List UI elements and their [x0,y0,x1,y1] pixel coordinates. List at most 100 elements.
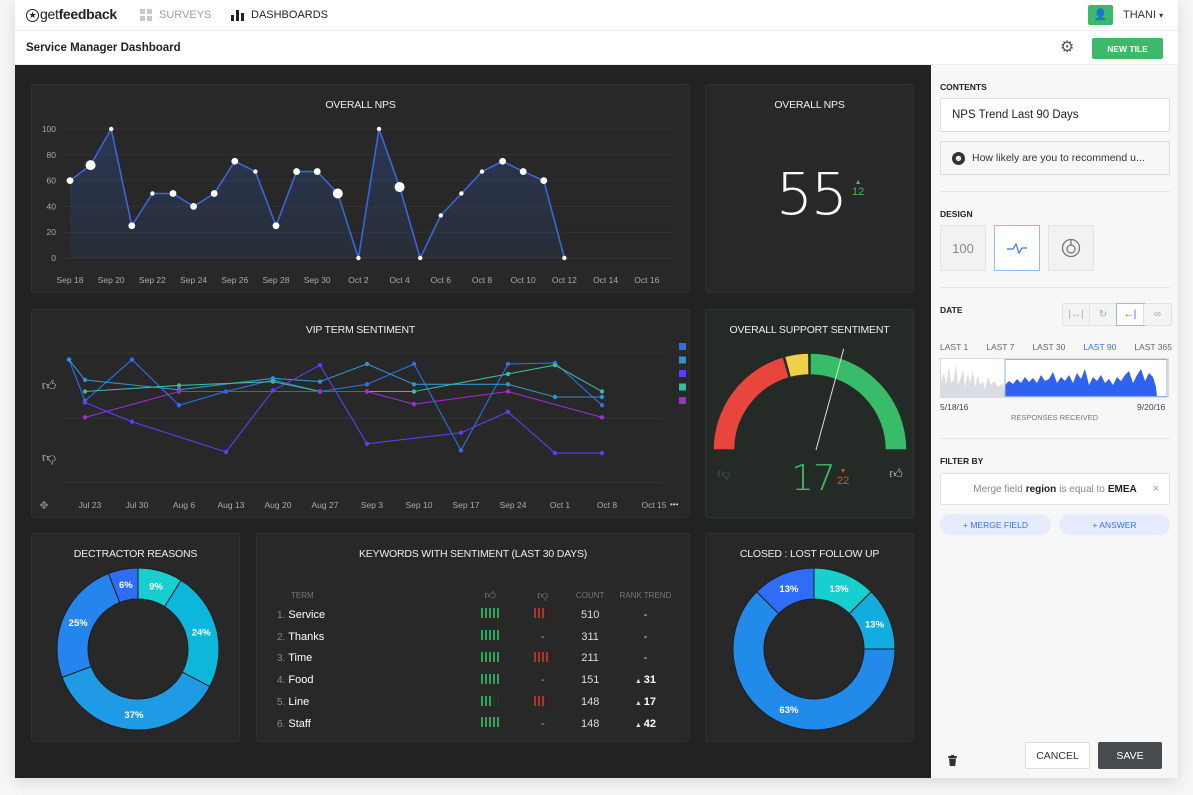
x-tick-label: Jul 30 [126,500,149,510]
responses-sparkline[interactable] [940,358,1169,398]
filter-chip[interactable]: Merge field region is equal to EMEA × [940,473,1170,505]
x-tick-label: Oct 16 [634,275,659,285]
keyword-term: 6. Staff [277,717,311,730]
caret-up-icon: ▲ [634,721,644,729]
trash-icon[interactable] [948,755,957,766]
rank-trend: ▲ 31 [634,674,656,687]
x-tick-label: Oct 12 [552,275,577,285]
tile-nps-number[interactable]: OVERALL NPS 55 ▲ 12 [705,84,914,293]
tile-editor-panel: CONTENTS NPS Trend Last 90 Days ☻ How lik… [931,65,1178,778]
save-button[interactable]: SAVE [1098,742,1162,769]
series-point [411,382,417,387]
tile-detractor-reasons[interactable]: DECTRACTOR REASONS 9% 24% 37% 25% 6% [31,533,240,742]
responses-label: RESPONSES RECEIVED [1010,413,1099,422]
x-tick-label: Aug 20 [265,500,292,510]
rolling-icon[interactable]: ↻ [1090,304,1117,325]
tile-name-input[interactable]: NPS Trend Last 90 Days [940,98,1170,132]
legend-swatch [679,383,686,391]
x-tick-label: Aug 13 [218,500,245,510]
x-tick-label: Oct 6 [431,275,452,285]
design-line-option[interactable] [994,225,1040,271]
date-range-icon[interactable]: |↔| [1063,304,1090,325]
negative-meter-cell [519,691,566,713]
col-positive: 👍︎ [461,586,519,604]
chevron-down-icon: ▾ [1159,11,1164,20]
rank-trend: - [643,630,648,643]
range-last-365[interactable]: LAST 365 [1134,342,1172,352]
thumbs-down-icon: 👎︎ [717,466,730,481]
tile-name-value: NPS Trend Last 90 Days [952,109,1079,121]
gear-icon[interactable]: ⚙ [1060,39,1074,57]
design-number-option[interactable]: 100 [940,225,986,271]
range-last-30[interactable]: LAST 30 [1032,342,1065,352]
rank-trend: - [643,652,648,665]
positive-meter-cell [461,626,519,648]
series-point [552,394,558,400]
y-tick-label: 60 [47,176,57,186]
legend-swatch [679,343,686,350]
series-point [364,382,370,387]
legend-swatch [679,397,686,404]
tile-keywords[interactable]: KEYWORDS WITH SENTIMENT (LAST 30 DAYS) T… [256,533,690,742]
series-point [317,389,323,394]
caret-up-icon: ▲ [634,678,644,686]
cancel-button[interactable]: CANCEL [1025,742,1090,769]
nps-point [128,222,136,230]
sentiment-meter [481,630,500,641]
add-merge-field-button[interactable]: + MERGE FIELD [940,514,1051,535]
add-answer-button[interactable]: + ANSWER [1059,514,1170,535]
more-button[interactable]: ••• [670,500,678,509]
nav-dashboards[interactable]: DASHBOARDS [231,9,328,21]
nps-point [253,169,258,174]
user-menu[interactable]: THANI ▾ [1123,9,1163,21]
keyword-row[interactable]: 1. Service 510 - [277,604,677,626]
keyword-row[interactable]: 3. Time 211 - [277,648,677,670]
nav-surveys[interactable]: SURVEYS [140,9,211,21]
app-window: ★ getfeedback SURVEYS DASHBOARDS 👤 THANI … [15,0,1178,778]
keyword-row[interactable]: 2. Thanks - 311 - [277,626,677,648]
gauge-delta-value: 22 [837,475,850,487]
tile-title: KEYWORDS WITH SENTIMENT (LAST 30 DAYS) [358,548,588,560]
slice-label: 13% [830,584,850,595]
nps-point [150,191,155,196]
question-select[interactable]: ☻ How likely are you to recommend u... [940,141,1170,175]
keyword-row[interactable]: 5. Line 148 ▲ 17 [277,691,677,713]
x-tick-label: Aug 27 [312,500,339,510]
tile-closed-lost[interactable]: CLOSED : LOST FOLLOW UP 13% 13% 63% 13% [705,533,914,742]
series-point [599,389,605,394]
series-point [317,362,323,368]
slice-label: 63% [779,705,799,716]
design-donut-option[interactable] [1048,225,1094,271]
range-last-1[interactable]: LAST 1 [940,342,968,352]
keyword-row[interactable]: 4. Food - 151 ▲ 31 [277,669,677,691]
range-last-90[interactable]: LAST 90 [1083,342,1116,352]
filter-label: FILTER BY [940,456,984,466]
series-point [505,361,511,367]
tile-vip-sentiment[interactable]: VIP TERM SENTIMENT Jul 23 Jul 30 Aug 6 Aug … [31,309,690,518]
nps-point [376,126,382,132]
infinity-icon[interactable]: ∞ [1144,304,1171,325]
x-tick-label: Sep 20 [98,275,125,285]
rank-trend: - [643,608,648,621]
x-tick-label: Sep 10 [406,500,433,510]
logo[interactable]: ★ getfeedback [26,6,117,22]
sentiment-meter [533,695,552,706]
thumbs-up-icon: 👍︎ [484,589,496,602]
col-count: COUNT [575,590,605,600]
close-icon[interactable]: × [1153,483,1159,495]
range-last-7[interactable]: LAST 7 [986,342,1014,352]
tile-support-sentiment[interactable]: OVERALL SUPPORT SENTIMENT 👎︎ 👍︎ 17 ▼ 22 [705,309,914,518]
new-tile-button[interactable]: NEW TILE [1092,38,1163,59]
add-user-button[interactable]: 👤 [1088,5,1113,25]
keyword-count: 148 [580,696,600,709]
sparkline-svg [941,359,1168,397]
negative-meter-cell: - [519,713,566,735]
series-point [505,371,511,377]
nps-value: 55 [776,160,848,228]
tile-nps-trend[interactable]: OVERALL NPS 0 20 40 60 80 100 Sep 18 Sep 20 Sep … [31,84,690,293]
series-point [505,382,511,387]
since-icon[interactable]: ←| [1116,303,1145,326]
nps-point [210,190,218,197]
x-tick-label: Oct 15 [641,500,666,510]
keyword-row[interactable]: 6. Staff - 148 ▲ 42 [277,713,677,735]
